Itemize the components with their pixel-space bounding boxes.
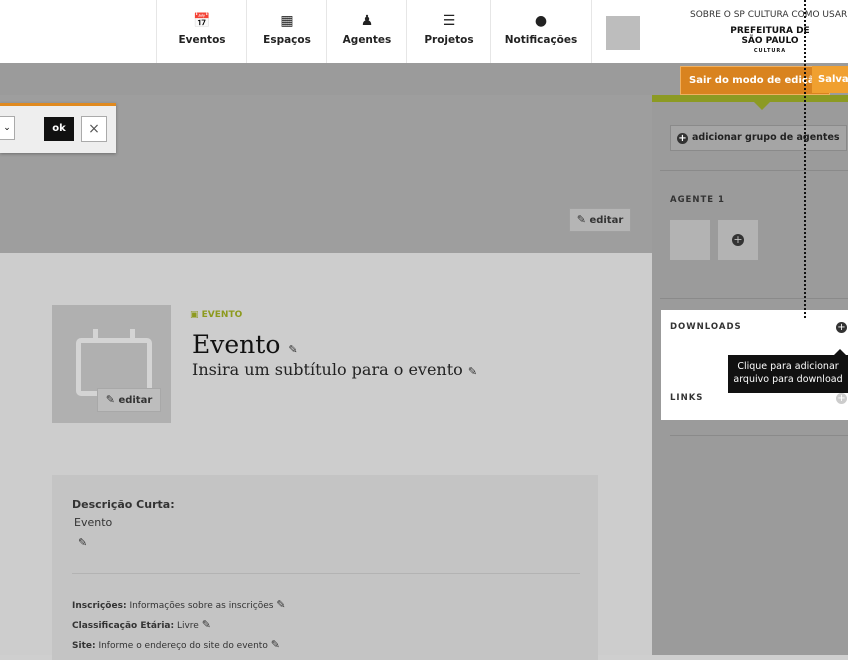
- divider: [72, 573, 580, 574]
- sidebar-pointer: [754, 102, 770, 110]
- exit-edit-mode-button[interactable]: Sair do modo de edição: [680, 66, 831, 95]
- edit-popup: ⌄ ok ×: [0, 103, 116, 153]
- nav-item-agentes[interactable]: ♟ Agentes: [326, 0, 407, 63]
- event-title[interactable]: Evento ✎: [192, 330, 298, 359]
- close-button[interactable]: ×: [81, 116, 107, 142]
- add-download-button[interactable]: +: [836, 322, 847, 333]
- info-value[interactable]: Informações sobre as inscrições: [129, 601, 273, 611]
- top-navigation: 📅 Eventos ▦ Espaços ♟ Agentes ☰ Projetos…: [0, 0, 848, 64]
- download-tooltip: Clique para adicionar arquivo para downl…: [728, 355, 848, 393]
- description-label: Descrição Curta:: [72, 498, 175, 511]
- nav-label: Agentes: [342, 34, 392, 46]
- pencil-icon: ✎: [576, 213, 586, 226]
- pencil-icon[interactable]: ✎: [202, 618, 211, 631]
- info-label: Site:: [72, 641, 96, 651]
- divider: [670, 435, 848, 436]
- tooltip-line1: Clique para adicionar: [737, 361, 839, 372]
- divider: [660, 170, 848, 171]
- pencil-icon[interactable]: ✎: [288, 343, 297, 356]
- nav-item-espacos[interactable]: ▦ Espaços: [246, 0, 327, 63]
- add-agent-group-button[interactable]: + adicionar grupo de agentes: [670, 125, 847, 151]
- add-link-button[interactable]: +: [836, 393, 847, 404]
- save-button[interactable]: Salvar: [812, 66, 848, 93]
- edit-label: editar: [118, 395, 153, 406]
- nav-label: Espaços: [263, 34, 311, 46]
- description-value[interactable]: Evento: [74, 516, 112, 529]
- pencil-icon[interactable]: ✎: [271, 638, 280, 651]
- document-icon: ☰: [442, 13, 456, 29]
- event-subtitle[interactable]: Insira um subtítulo para o evento ✎: [192, 360, 477, 379]
- links-label: LINKS: [670, 393, 704, 403]
- pencil-icon[interactable]: ✎: [468, 365, 477, 378]
- logo-line1: PREFEITURA DE: [730, 26, 810, 36]
- plus-icon: +: [732, 233, 744, 246]
- chevron-down-icon[interactable]: ⌄: [0, 116, 15, 140]
- info-row-inscricoes: Inscrições: Informações sobre as inscriç…: [72, 598, 286, 611]
- nav-item-notificacoes[interactable]: ● Notificações: [490, 0, 592, 63]
- tutorial-guide-line: [804, 0, 806, 318]
- nav-label: Notificações: [504, 34, 578, 46]
- top-links[interactable]: SOBRE O SP CULTURA COMO USAR: [690, 10, 847, 20]
- info-value[interactable]: Informe o endereço do site do evento: [98, 641, 267, 651]
- nav-label: Eventos: [178, 34, 226, 46]
- nav-item-projetos[interactable]: ☰ Projetos: [406, 0, 491, 63]
- plus-icon: +: [677, 133, 688, 144]
- event-type-text: EVENTO: [201, 310, 243, 320]
- building-icon: ▦: [280, 13, 294, 29]
- ok-button[interactable]: ok: [44, 117, 74, 141]
- add-group-label: adicionar grupo de agentes: [692, 132, 840, 143]
- pencil-icon[interactable]: ✎: [78, 536, 87, 549]
- event-title-text: Evento: [192, 330, 281, 359]
- agent-group-label: AGENTE 1: [670, 195, 725, 205]
- info-value[interactable]: Livre: [177, 621, 199, 631]
- info-row-classificacao: Classificação Etária: Livre ✎: [72, 618, 211, 631]
- speech-bubble-icon: ●: [534, 13, 548, 29]
- logo-line3: CULTURA: [753, 48, 787, 54]
- agent-avatar[interactable]: [670, 220, 710, 260]
- cover-edit-button[interactable]: ✎ editar: [569, 208, 631, 232]
- nav-item-eventos[interactable]: 📅 Eventos: [156, 0, 247, 63]
- pencil-icon[interactable]: ✎: [276, 598, 285, 611]
- thumbnail-edit-button[interactable]: ✎ editar: [97, 388, 161, 412]
- user-avatar[interactable]: [606, 16, 640, 50]
- divider: [660, 298, 848, 299]
- downloads-label: DOWNLOADS: [670, 322, 742, 332]
- sidebar-accent: [652, 95, 848, 102]
- info-label: Classificação Etária:: [72, 621, 175, 631]
- person-icon: ♟: [360, 13, 374, 29]
- edit-label: editar: [589, 215, 624, 226]
- prefeitura-logo[interactable]: PREFEITURA DE SÃO PAULO CULTURA: [730, 26, 810, 56]
- logo-line2: SÃO PAULO: [741, 36, 799, 46]
- calendar-icon: ▣: [190, 310, 199, 320]
- add-agent-button[interactable]: +: [718, 220, 758, 260]
- nav-label: Projetos: [424, 34, 474, 46]
- pencil-icon: ✎: [105, 393, 115, 406]
- info-label: Inscrições:: [72, 601, 127, 611]
- calendar-icon: 📅: [193, 13, 211, 29]
- event-type-label: ▣ EVENTO: [190, 310, 242, 320]
- tooltip-line2: arquivo para download: [733, 374, 843, 385]
- info-row-site: Site: Informe o endereço do site do even…: [72, 638, 280, 651]
- event-subtitle-text: Insira um subtítulo para o evento: [192, 360, 463, 379]
